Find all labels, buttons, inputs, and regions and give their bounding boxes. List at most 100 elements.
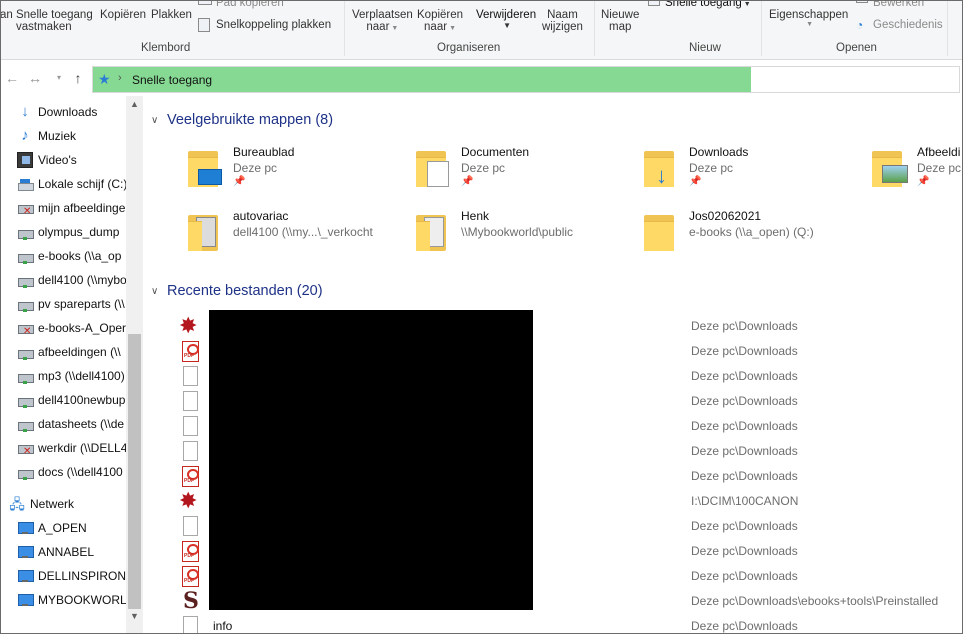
caret-down-icon: ▼	[503, 21, 511, 30]
sidebar-item-network-drive[interactable]: e-books (\\a_op	[17, 244, 143, 268]
address-bar[interactable]: ★ › Snelle toegang	[92, 66, 960, 93]
file-icon	[179, 390, 201, 412]
folder-location: Deze pc	[917, 161, 962, 175]
scroll-down-icon[interactable]: ▼	[126, 608, 143, 625]
folder-name: Jos02062021	[689, 209, 762, 223]
sidebar-item-computer[interactable]: ANNABEL	[17, 540, 143, 564]
document-sheet	[427, 161, 449, 187]
file-path: Deze pc\Downloads	[691, 369, 798, 383]
frequent-folders-header[interactable]: ∨ Veelgebruikte mappen (8)	[151, 110, 333, 130]
sidebar-item-videos[interactable]: Video's	[17, 148, 143, 172]
file-name: info	[213, 619, 233, 633]
sidebar-item-network-drive[interactable]: dell4100newbup	[17, 388, 143, 412]
sidebar-item-network-drive[interactable]: mijn afbeeldinge	[17, 196, 143, 220]
sidebar-item-network-drive[interactable]: dell4100 (\\mybo	[17, 268, 143, 292]
edit-button[interactable]: Bewerken	[873, 0, 924, 9]
sidebar-item-network-drive[interactable]: pv spareparts (\\	[17, 292, 143, 316]
folder-tile-autovariac[interactable]: autovariac dell4100 (\\my...\_verkocht	[188, 209, 403, 259]
folder-location: Deze pc	[461, 161, 506, 175]
pictures-folder-icon	[872, 147, 908, 187]
sidebar-item-label: dell4100newbup	[38, 393, 126, 407]
sidebar-item-network-drive[interactable]: docs (\\dell4100	[17, 460, 143, 484]
recent-locations-chevron-icon[interactable]: ▾	[50, 68, 68, 88]
folder-name: Bureaublad	[233, 145, 295, 159]
copy-button[interactable]: Kopiëren	[100, 9, 146, 21]
up-button[interactable]: ↑	[69, 68, 87, 88]
scrollbar-thumb[interactable]	[128, 334, 141, 609]
folder-tile-desktop[interactable]: Bureaublad Deze pc 📌	[188, 145, 403, 195]
copy-to-button[interactable]: Kopiëren naar ▼	[417, 9, 463, 33]
sidebar-item-label: datasheets (\\de	[38, 417, 125, 431]
sidebar-item-network-drive[interactable]: e-books-A_Oper	[17, 316, 143, 340]
sidebar-item-network-drive[interactable]: werkdir (\\DELL4	[17, 436, 143, 460]
ribbon-separator	[947, 0, 948, 56]
breadcrumb-chevron-icon[interactable]: ›	[118, 72, 122, 84]
splat-glyph: ✸	[179, 488, 198, 513]
network-drive-icon	[17, 224, 34, 240]
paste-shortcut-button[interactable]: Snelkoppeling plakken	[216, 19, 331, 31]
rename-button[interactable]: Naam wijzigen	[542, 9, 583, 33]
sidebar-item-computer[interactable]: A_OPEN	[17, 516, 143, 540]
file-path: I:\DCIM\100CANON	[691, 494, 799, 508]
forward-button[interactable]: →	[26, 68, 44, 88]
rename-label-2: wijzigen	[542, 21, 583, 33]
folder-icon	[416, 211, 446, 251]
computer-icon	[17, 520, 34, 536]
delete-button[interactable]: Verwijderen ▼	[476, 9, 536, 30]
folder-front	[644, 221, 674, 251]
sidebar-item-downloads[interactable]: ↓ Downloads	[17, 100, 143, 124]
sidebar-item-music[interactable]: ♪ Muziek	[17, 124, 143, 148]
history-button[interactable]: Geschiedenis	[873, 19, 943, 31]
splat-icon: ✸	[179, 315, 201, 337]
folder-tile-jos02062021[interactable]: Jos02062021 e-books (\\a_open) (Q:)	[644, 209, 859, 259]
folder-tile-downloads[interactable]: ↓ Downloads Deze pc 📌	[644, 145, 859, 195]
back-button[interactable]: ←	[3, 68, 21, 88]
folder-tile-documents[interactable]: Documenten Deze pc 📌	[416, 145, 631, 195]
file-icon	[179, 615, 201, 634]
disconnected-network-drive-icon	[17, 320, 34, 337]
sidebar-item-network-drive[interactable]: mp3 (\\dell4100)	[17, 364, 143, 388]
folder-tile-pictures[interactable]: Afbeeldi Deze pc 📌	[872, 145, 963, 195]
documents-folder-icon	[416, 147, 449, 187]
delete-label: Verwijderen	[476, 9, 537, 21]
quick-access-dropdown[interactable]: Snelle toegang ▼	[665, 0, 751, 9]
file-glyph	[183, 416, 198, 436]
file-glyph	[183, 366, 198, 386]
sidebar-item-label: mijn afbeeldinge	[38, 201, 126, 215]
sidebar-item-network[interactable]: 🖧 Netwerk	[9, 492, 126, 516]
computer-icon	[17, 544, 34, 560]
sidebar-item-computer[interactable]: MYBOOKWORLD	[17, 588, 143, 612]
recent-files-header[interactable]: ∨ Recente bestanden (20)	[151, 281, 323, 301]
sidebar-item-network-drive[interactable]: datasheets (\\de	[17, 412, 143, 436]
caret-down-icon: ▼	[449, 25, 456, 32]
copy-path-button[interactable]: Pad kopiëren	[216, 0, 284, 9]
move-to-button[interactable]: Verplaatsen naar ▼	[352, 9, 413, 33]
breadcrumb-quick-access[interactable]: Snelle toegang	[132, 73, 212, 87]
network-drive-icon	[17, 392, 34, 408]
sidebar-item-label: docs (\\dell4100	[38, 465, 123, 479]
sidebar-scrollbar[interactable]: ▲ ▼	[126, 96, 143, 634]
sidebar-item-network-drive[interactable]: afbeeldingen (\\	[17, 340, 143, 364]
redacted-region	[209, 310, 533, 610]
sidebar-item-network-drive[interactable]: olympus_dump	[17, 220, 143, 244]
section-title: Recente bestanden (20)	[167, 283, 323, 299]
folder-name: Downloads	[689, 145, 749, 159]
scroll-up-icon[interactable]: ▲	[126, 96, 143, 113]
folder-tile-henk[interactable]: Henk \\Mybookworld\public	[416, 209, 631, 259]
network-icon: 🖧	[9, 496, 25, 512]
paste-button[interactable]: Plakken	[151, 9, 192, 21]
pin-quick-access-button[interactable]: an Snelle toegang vastmaken	[0, 9, 93, 33]
properties-button[interactable]: Eigenschappen ▼	[769, 9, 848, 28]
file-icon	[179, 515, 201, 537]
pdf-glyph	[182, 341, 199, 362]
new-folder-button[interactable]: Nieuwe map	[601, 9, 639, 33]
move-to-label-1: Verplaatsen	[352, 9, 413, 21]
sidebar-item-label: ANNABEL	[38, 545, 95, 559]
caret-down-icon: ▼	[806, 21, 814, 28]
ribbon-separator	[594, 0, 595, 56]
list-item[interactable]: info Deze pc\Downloads	[179, 613, 959, 634]
sidebar-item-computer[interactable]: DELLINSPIRON1	[17, 564, 143, 588]
navigation-bar: ← ← → ▾ ↑ ★ › Snelle toegang	[0, 60, 963, 96]
quick-access-label: Snelle toegang	[665, 0, 742, 9]
sidebar-item-local-disk[interactable]: Lokale schijf (C:)	[17, 172, 143, 196]
